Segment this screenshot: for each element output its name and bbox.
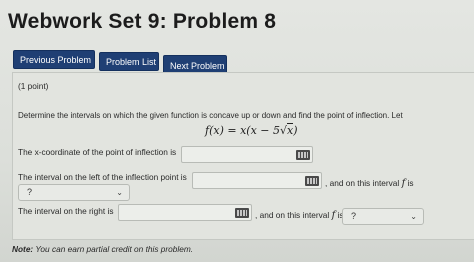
inflection-x-label: The x-coordinate of the point of inflect… <box>18 147 177 157</box>
formula-lhs: f(x) = x(x − 5 <box>205 124 280 137</box>
suffix-text: , and on this interval <box>255 210 330 220</box>
right-interval-label: The interval on the right is <box>18 206 114 216</box>
left-concavity-select[interactable]: ? ⌄ <box>18 184 130 201</box>
problem-list-button[interactable]: Problem List <box>99 52 159 71</box>
right-interval-suffix: , and on this interval f is <box>255 210 344 221</box>
partial-credit-note: Note: You can earn partial credit on thi… <box>12 244 193 254</box>
page: Webwork Set 9: Problem 8 Previous Proble… <box>0 0 474 262</box>
function-formula: f(x) = x(x − 5√x) <box>205 123 298 137</box>
left-interval-input[interactable] <box>192 172 322 189</box>
select-value: ? <box>27 187 33 197</box>
points-label: (1 point) <box>18 81 49 91</box>
note-text: You can earn partial credit on this prob… <box>33 244 194 254</box>
note-prefix: Note: <box>12 244 34 254</box>
inflection-x-input[interactable] <box>181 146 313 163</box>
keyboard-icon[interactable] <box>296 150 310 160</box>
right-concavity-select[interactable]: ? ⌄ <box>342 208 424 225</box>
chevron-down-icon: ⌄ <box>116 188 123 197</box>
suffix-text: is <box>407 178 414 188</box>
left-interval-suffix: , and on this interval f is <box>325 178 414 189</box>
select-value: ? <box>351 211 357 221</box>
left-interval-label: The interval on the left of the inflecti… <box>18 172 187 182</box>
chevron-down-icon: ⌄ <box>410 212 417 221</box>
problem-prompt: Determine the intervals on which the giv… <box>18 111 403 120</box>
function-variable: f <box>331 210 336 221</box>
sqrt-sign: √ <box>279 124 287 137</box>
page-title: Webwork Set 9: Problem 8 <box>8 10 277 33</box>
function-variable: f <box>401 178 406 189</box>
right-interval-input[interactable] <box>118 204 252 221</box>
keyboard-icon[interactable] <box>305 176 319 186</box>
previous-problem-button[interactable]: Previous Problem <box>13 50 95 69</box>
suffix-text: , and on this interval <box>325 178 400 188</box>
formula-close: ) <box>293 124 298 137</box>
keyboard-icon[interactable] <box>235 208 249 218</box>
